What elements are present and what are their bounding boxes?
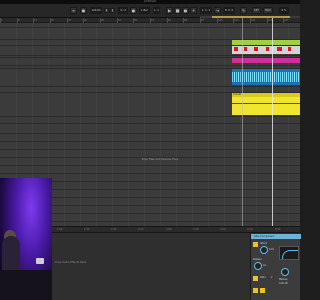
drop-effects-hint: Drop Audio Effects Here bbox=[55, 261, 87, 264]
loop-length-field[interactable]: 8. 0. 0 bbox=[223, 7, 235, 14]
track-lane-divider bbox=[0, 116, 300, 117]
key-map-button[interactable]: KEY bbox=[252, 7, 261, 14]
midi-note bbox=[244, 47, 247, 51]
attack-label: Attack bbox=[260, 242, 267, 245]
device-header[interactable]: Glue Compressor bbox=[251, 234, 301, 239]
midi-note bbox=[234, 47, 238, 51]
makeup-knob[interactable] bbox=[281, 268, 289, 276]
record-button[interactable]: ● bbox=[182, 7, 189, 14]
draw-mode-button[interactable]: ✎ bbox=[240, 7, 247, 14]
nudge-up-button[interactable]: ‖ bbox=[110, 8, 115, 13]
position-field[interactable]: 1. 1. 1 bbox=[153, 7, 160, 14]
loop-start-field[interactable]: 1. 1. 1 bbox=[200, 7, 212, 14]
track-lane-divider bbox=[0, 86, 300, 87]
release-knob[interactable] bbox=[254, 262, 262, 270]
metronome-button[interactable]: ● bbox=[130, 7, 137, 14]
quantize-field[interactable]: 1 Bar bbox=[139, 7, 150, 14]
desk bbox=[0, 270, 52, 300]
track-lane-divider bbox=[0, 141, 300, 142]
link-button[interactable]: ∞ bbox=[70, 7, 77, 14]
sidechain-button[interactable] bbox=[253, 288, 258, 293]
webcam-overlay bbox=[0, 178, 52, 300]
nudge-down-button[interactable]: ‖ bbox=[104, 8, 109, 13]
drop-files-hint: Drop Files and Devices Here bbox=[141, 158, 179, 161]
track-lane-divider bbox=[0, 173, 300, 174]
compression-graph bbox=[279, 246, 299, 260]
punch-in-button[interactable]: ⇥ bbox=[214, 7, 221, 14]
midi-note bbox=[288, 47, 291, 51]
loop-marker[interactable] bbox=[242, 18, 243, 230]
device-title: Glue Compressor bbox=[254, 235, 275, 238]
lamp bbox=[36, 258, 44, 264]
attack-value: 0.01 bbox=[269, 248, 274, 251]
signature-field[interactable]: 4 / 4 bbox=[118, 7, 128, 14]
track-lane-divider bbox=[0, 55, 300, 56]
makeup-value: 0.00 dB bbox=[279, 282, 288, 285]
ratio-label: Ratio bbox=[260, 276, 266, 279]
track-lane-divider bbox=[0, 65, 300, 66]
track-lane-divider bbox=[0, 165, 300, 166]
makeup-label: Makeup bbox=[279, 278, 288, 281]
ratio-button[interactable] bbox=[253, 276, 258, 281]
track-lane-divider bbox=[0, 27, 300, 28]
overdub-button[interactable]: + bbox=[190, 7, 197, 14]
tempo-field[interactable]: 120.00 bbox=[90, 7, 102, 14]
tap-button[interactable]: ● bbox=[80, 7, 87, 14]
clip-label: 3-Audio bbox=[233, 93, 242, 96]
midi-note bbox=[254, 47, 258, 51]
glue-compressor-device[interactable]: Glue Compressor Attack 0.01 Release 0.1 … bbox=[250, 234, 301, 300]
attack-knob[interactable] bbox=[260, 246, 268, 254]
midi-map-button[interactable]: MIDI bbox=[263, 7, 273, 14]
track-lane-divider bbox=[0, 149, 300, 150]
track-lane-divider bbox=[0, 123, 300, 124]
device-on-button[interactable] bbox=[253, 242, 258, 247]
track-lane-divider bbox=[0, 133, 300, 134]
compression-curve bbox=[282, 250, 298, 259]
ratio-value: 2 bbox=[271, 276, 273, 279]
soft-clip-button[interactable] bbox=[260, 288, 265, 293]
release-value: 0.1 bbox=[263, 264, 267, 267]
playhead[interactable] bbox=[272, 18, 273, 230]
midi-note bbox=[266, 47, 269, 51]
play-button[interactable]: ▶ bbox=[166, 7, 173, 14]
midi-note bbox=[277, 47, 282, 51]
stop-button[interactable]: ■ bbox=[174, 7, 181, 14]
control-bar: ∞ ● 120.00 ‖ ‖ 4 / 4 ● 1 Bar 1. 1. 1 ▶ ■… bbox=[0, 4, 300, 18]
cpu-meter: 6 % bbox=[279, 7, 289, 14]
release-label: Release bbox=[253, 258, 262, 261]
